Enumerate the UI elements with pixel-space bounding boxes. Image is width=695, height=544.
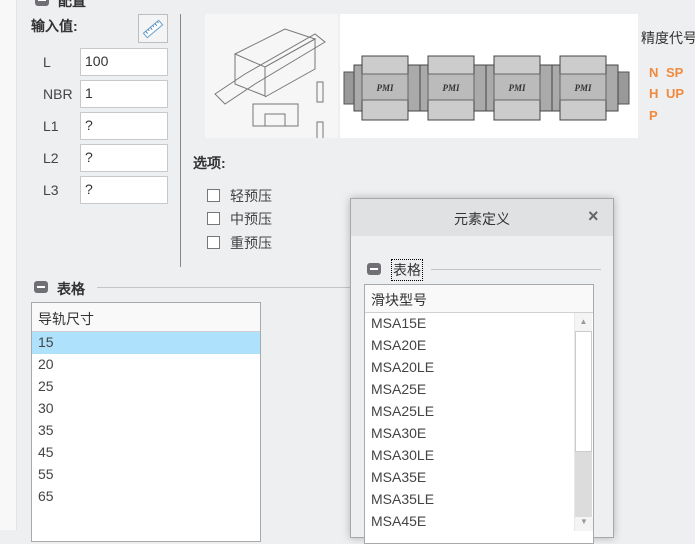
medium-preload-checkbox[interactable] [207,212,220,225]
precision-code-p: P [649,108,658,123]
table-row[interactable]: MSA15E [365,313,593,335]
collapse-table-icon[interactable] [34,281,48,293]
dialog-titlebar: 元素定义 × [351,199,613,236]
left-strip [0,0,17,530]
table-row[interactable]: MSA35E [365,467,593,489]
light-preload-checkbox[interactable] [207,189,220,202]
table-row[interactable]: MSA35LE [365,489,593,511]
slider-model-table: 滑块型号 MSA15E MSA20E MSA20LE MSA25E MSA25L… [364,284,594,544]
scroll-down-icon[interactable]: ▼ [575,517,593,531]
precision-title: 精度代号 [641,30,695,46]
l-input[interactable]: 100 [80,48,168,76]
table-row[interactable]: 30 [32,398,260,420]
collapse-dialog-table-icon[interactable] [367,263,381,275]
table-row[interactable]: MSA30LE [365,445,593,467]
input-label-l: L [43,54,51,70]
input-label-l3: L3 [43,182,59,198]
options-title: 选项: [193,155,226,171]
dialog-divider [431,269,601,270]
l1-input[interactable]: ? [80,112,168,140]
input-label-nbr: NBR [43,86,73,102]
table-row[interactable]: 25 [32,376,260,398]
multi-block-rail-image: PMI [340,14,638,138]
dialog-title: 元素定义 [454,211,510,227]
table-row[interactable]: MSA25E [365,379,593,401]
pmi-logo: PMI [376,83,394,93]
input-label-l1: L1 [43,118,59,134]
input-label-l2: L2 [43,150,59,166]
element-definition-dialog: 元素定义 × 表格 滑块型号 MSA15E MSA20E MSA20LE MSA… [350,198,614,544]
light-preload-label: 轻预压 [230,188,272,204]
table-row[interactable]: 15 [32,332,260,354]
table-row[interactable]: MSA30E [365,423,593,445]
vertical-divider [180,14,181,267]
table-row[interactable]: 45 [32,442,260,464]
table-section-title: 表格 [57,281,85,297]
guide-rail-drawing [205,14,338,141]
table-row[interactable]: 65 [32,486,260,508]
precision-code-n: N [649,65,659,80]
slider-model-header[interactable]: 滑块型号 [365,285,593,313]
scrollbar[interactable]: ▲ ▼ [574,313,593,531]
precision-code-sp: SP [666,65,684,80]
close-icon[interactable]: × [588,206,599,227]
heavy-preload-checkbox[interactable] [207,236,220,249]
ruler-icon [142,19,164,39]
ruler-button[interactable] [138,14,168,43]
table-row[interactable]: 20 [32,354,260,376]
config-section-title: 配置 [58,0,86,9]
table-row[interactable]: 35 [32,420,260,442]
rail-size-header[interactable]: 导轨尺寸 [32,303,260,332]
collapse-config-icon[interactable] [35,0,49,6]
heavy-preload-label: 重预压 [230,235,272,251]
dialog-group-title[interactable]: 表格 [391,259,423,281]
precision-code-h: H [649,86,659,101]
nbr-input[interactable]: 1 [80,80,168,108]
table-row[interactable]: MSA25LE [365,401,593,423]
input-values-label: 输入值: [31,18,78,34]
table-row[interactable]: MSA20E [365,335,593,357]
section-divider [97,287,350,288]
rail-size-table: 导轨尺寸 15 20 25 30 35 45 55 65 [31,302,261,542]
table-row[interactable]: MSA20LE [365,357,593,379]
table-row[interactable]: 55 [32,464,260,486]
medium-preload-label: 中预压 [230,211,272,227]
scrollbar-thumb[interactable] [575,331,592,452]
l2-input[interactable]: ? [80,144,168,172]
l3-input[interactable]: ? [80,176,168,204]
scroll-up-icon[interactable]: ▲ [575,313,592,331]
precision-code-up: UP [666,86,685,101]
